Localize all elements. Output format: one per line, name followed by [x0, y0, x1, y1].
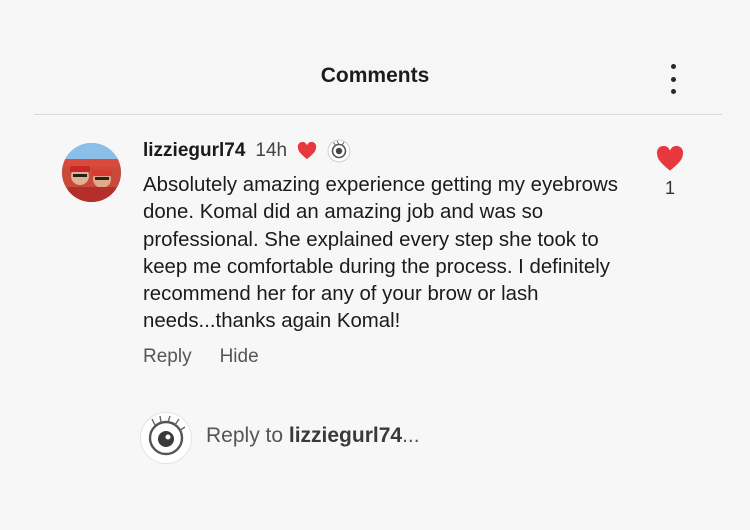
heart-icon [297, 142, 317, 160]
reply-button[interactable]: Reply [143, 346, 192, 368]
reply-input-prefix: Reply to [206, 424, 289, 447]
like-count: 1 [664, 178, 675, 198]
comment-meta: lizziegurl74 14h [143, 138, 351, 164]
page-title: Comments [320, 64, 430, 87]
hide-button[interactable]: Hide [220, 346, 259, 368]
comment-timestamp: 14h [255, 140, 288, 161]
reply-avatar [140, 412, 192, 464]
reply-input-username: lizziegurl74 [288, 424, 403, 447]
more-vertical-icon[interactable] [664, 64, 682, 94]
comment-actions: Reply Hide [143, 346, 259, 368]
comment-username[interactable]: lizziegurl74 [143, 140, 245, 162]
reply-input[interactable]: Reply to lizziegurl74... [206, 424, 420, 448]
like-heart-icon[interactable] [656, 146, 684, 172]
like-control: 1 [652, 146, 688, 199]
reply-input-suffix: ... [402, 424, 420, 447]
header-divider [34, 114, 722, 115]
brand-logo-icon [327, 139, 351, 163]
avatar[interactable] [62, 143, 121, 202]
header-bar: Comments [0, 0, 750, 114]
comment-text: Absolutely amazing experience getting my… [143, 174, 618, 333]
